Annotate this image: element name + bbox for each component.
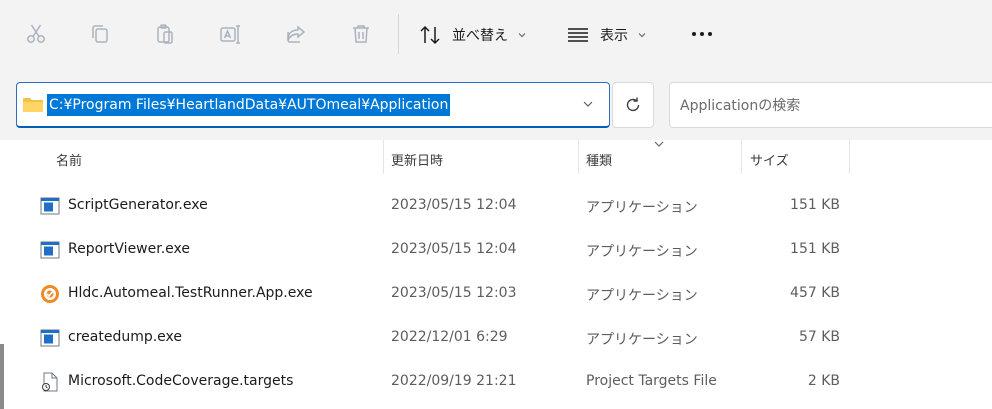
toolbar-separator [398, 14, 399, 54]
file-size: 151 KB [790, 197, 840, 213]
file-date: 2023/05/15 12:04 [391, 241, 517, 257]
column-headers: 名前 更新日時 種類 サイズ [0, 140, 992, 178]
file-name: createdump.exe [68, 329, 183, 345]
file-row[interactable]: ReportViewer.exe 2023/05/15 12:04 アプリケーシ… [0, 228, 992, 272]
copy-button[interactable] [80, 16, 120, 52]
file-name: ReportViewer.exe [68, 241, 191, 257]
file-size: 57 KB [798, 329, 840, 345]
sort-label: 並べ替え [452, 28, 508, 44]
script-file-icon [42, 372, 58, 392]
rename-button[interactable] [210, 16, 250, 52]
address-path[interactable]: C:¥Program Files¥HeartlandData¥AUTOmeal¥… [47, 94, 451, 116]
scrollbar[interactable] [0, 344, 4, 409]
file-name: ScriptGenerator.exe [68, 197, 208, 213]
view-label: 表示 [600, 28, 628, 44]
sort-button[interactable]: 並べ替え [418, 18, 527, 52]
file-date: 2023/05/15 12:04 [391, 197, 517, 213]
sort-arrows-icon [420, 25, 440, 45]
app-window-icon [40, 329, 60, 347]
paste-button[interactable] [145, 16, 185, 52]
rename-icon [220, 25, 240, 44]
share-button[interactable] [276, 16, 316, 52]
file-type: アプリケーション [586, 244, 698, 260]
app-window-icon [40, 241, 60, 259]
copy-icon [92, 25, 108, 43]
file-row[interactable]: createdump.exe 2022/12/01 6:29 アプリケーション … [0, 316, 992, 360]
scissors-icon [27, 24, 45, 43]
column-header-size[interactable]: サイズ [750, 150, 789, 169]
file-date: 2022/12/01 6:29 [391, 329, 508, 345]
trash-icon [353, 25, 369, 43]
chevron-down-icon[interactable] [582, 98, 594, 110]
search-placeholder: Applicationの検索 [680, 98, 801, 114]
column-header-date[interactable]: 更新日時 [391, 150, 443, 169]
more-dot-icon [708, 32, 712, 36]
file-row[interactable]: Hldc.Automeal.TestRunner.App.exe 2023/05… [0, 272, 992, 316]
file-row[interactable]: Microsoft.CodeCoverage.targets 2022/09/1… [0, 360, 992, 404]
file-type: アプリケーション [586, 332, 698, 348]
address-row: C:¥Program Files¥HeartlandData¥AUTOmeal¥… [0, 70, 992, 140]
sort-indicator-icon [654, 141, 664, 147]
column-divider[interactable] [849, 140, 850, 174]
file-type: Project Targets File [586, 373, 717, 389]
refresh-icon [626, 97, 640, 112]
file-size: 151 KB [790, 241, 840, 257]
file-name: Hldc.Automeal.TestRunner.App.exe [68, 285, 313, 301]
column-header-type[interactable]: 種類 [586, 150, 612, 169]
share-icon [287, 25, 306, 43]
app-window-icon [40, 197, 60, 215]
list-view-icon [568, 28, 588, 42]
file-row[interactable]: ScriptGenerator.exe 2023/05/15 12:04 アプリ… [0, 184, 992, 228]
search-input[interactable]: Applicationの検索 [669, 82, 992, 128]
column-divider[interactable] [741, 140, 742, 174]
folder-icon [23, 98, 43, 112]
file-type: アプリケーション [586, 288, 698, 304]
target-app-icon [41, 285, 59, 303]
file-size: 2 KB [807, 373, 840, 389]
clipboard-icon [157, 24, 173, 44]
chevron-down-icon [518, 33, 526, 38]
address-bar[interactable]: C:¥Program Files¥HeartlandData¥AUTOmeal¥… [16, 82, 610, 128]
file-date: 2022/09/19 21:21 [391, 373, 517, 389]
file-size: 457 KB [790, 285, 840, 301]
refresh-button[interactable] [612, 82, 654, 128]
column-header-name[interactable]: 名前 [56, 150, 82, 169]
view-button[interactable]: 表示 [566, 18, 647, 52]
column-divider[interactable] [383, 140, 384, 174]
file-type: アプリケーション [586, 200, 698, 216]
chevron-down-icon [638, 33, 646, 38]
more-dot-icon [692, 32, 696, 36]
more-options-button[interactable] [688, 22, 716, 46]
cut-button[interactable] [16, 16, 56, 52]
more-dot-icon [700, 32, 704, 36]
delete-button[interactable] [341, 16, 381, 52]
column-divider[interactable] [578, 140, 579, 174]
file-date: 2023/05/15 12:03 [391, 285, 517, 301]
command-bar: 並べ替え 表示 [0, 0, 992, 70]
file-name: Microsoft.CodeCoverage.targets [68, 373, 294, 389]
